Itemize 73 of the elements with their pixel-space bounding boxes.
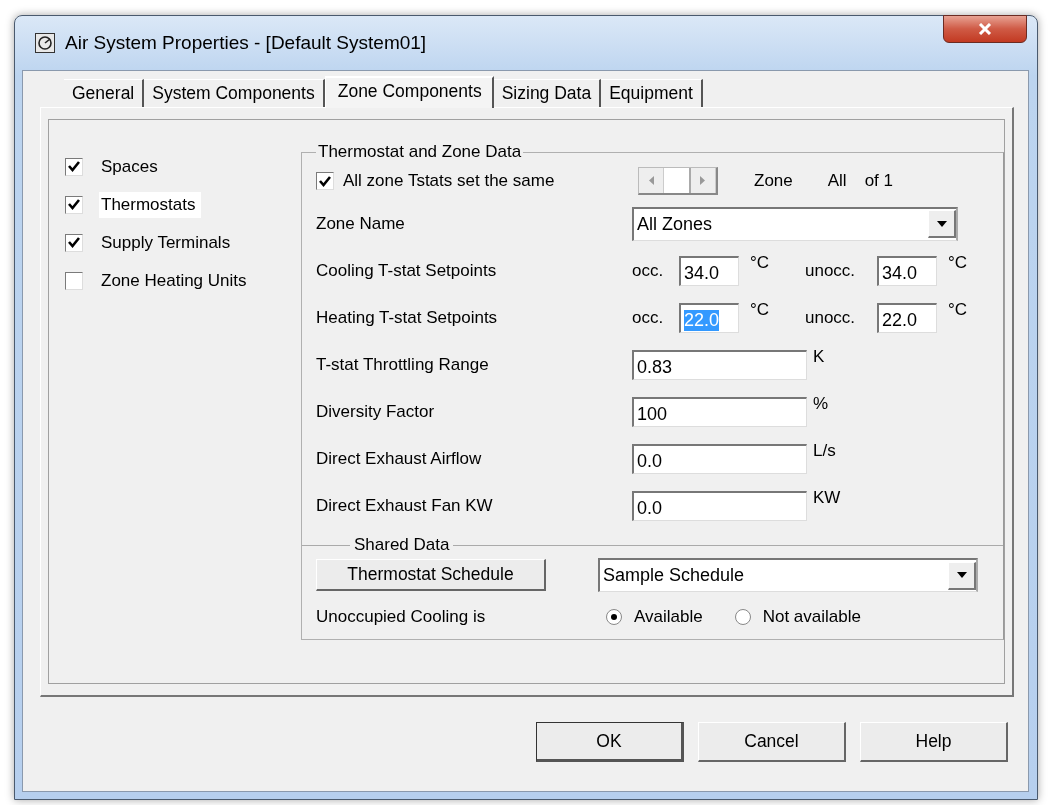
unoccupied-label: unocc.: [805, 307, 857, 328]
left-arrow-icon: [648, 176, 654, 185]
field-label: Direct Exhaust Airflow: [316, 448, 483, 469]
unoccupied-label: unocc.: [805, 260, 857, 281]
caret-icon: [936, 220, 947, 227]
input-field[interactable]: 34.0: [679, 255, 739, 286]
field-label: Zone Name: [316, 213, 406, 234]
dropdown[interactable]: All Zones: [632, 206, 958, 241]
dialog-button[interactable]: OK: [536, 722, 684, 762]
checkbox-label[interactable]: Thermostats: [99, 191, 202, 218]
schedule-button[interactable]: Thermostat Schedule: [316, 559, 546, 591]
unit-label: °C: [749, 253, 771, 273]
close-button[interactable]: [943, 15, 1027, 43]
zone-value: All: [827, 171, 847, 191]
tab[interactable]: Equipment: [601, 79, 703, 107]
unit-label: °C: [947, 253, 969, 273]
checkmark-icon: [68, 199, 80, 210]
window-title: Air System Properties - [Default System01]: [65, 32, 427, 54]
field-label: Diversity Factor: [316, 401, 436, 422]
zone-count: of 1: [864, 171, 893, 191]
dropdown[interactable]: Sample Schedule: [598, 558, 978, 592]
radio-dot: [611, 614, 617, 620]
checkbox[interactable]: [65, 271, 83, 290]
checkmark-icon: [68, 161, 80, 172]
close-icon: [978, 23, 992, 35]
field-label: Direct Exhaust Fan KW: [316, 495, 494, 516]
right-arrow-icon: [700, 176, 706, 185]
input-field[interactable]: 22.0: [877, 302, 937, 333]
input-field[interactable]: 34.0: [877, 255, 937, 286]
checkbox-label[interactable]: Supply Terminals: [99, 229, 237, 256]
group-title: Thermostat and Zone Data: [317, 142, 523, 162]
dialog-button[interactable]: Help: [860, 722, 1008, 762]
checkbox[interactable]: [65, 233, 83, 252]
occupied-label: occ.: [632, 260, 665, 281]
occupied-label: occ.: [632, 307, 665, 328]
unit-label: L/s: [812, 441, 836, 461]
dialog-button[interactable]: Cancel: [698, 722, 846, 762]
unit-label: °C: [947, 300, 969, 320]
radio-button[interactable]: [734, 609, 751, 625]
checkbox-label[interactable]: All zone Tstats set the same: [343, 171, 555, 191]
unit-label: °C: [749, 300, 771, 320]
checkbox-label[interactable]: Zone Heating Units: [99, 267, 253, 294]
unit-label: K: [812, 347, 825, 367]
checkbox[interactable]: [65, 157, 83, 176]
checkbox-label[interactable]: Spaces: [99, 153, 164, 180]
tab[interactable]: Zone Components: [324, 76, 494, 108]
input-field[interactable]: 0.0: [632, 443, 807, 474]
tab[interactable]: Sizing Data: [493, 79, 602, 107]
dropdown-button[interactable]: [948, 561, 976, 590]
checkmark-icon: [68, 237, 80, 248]
unit-label: KW: [812, 488, 841, 508]
checkbox[interactable]: [316, 172, 334, 190]
field-label: T-stat Throttling Range: [316, 354, 490, 375]
checkmark-icon: [319, 175, 331, 187]
app-icon: [35, 33, 55, 53]
scroll-thumb[interactable]: [664, 168, 691, 193]
tab[interactable]: General: [64, 79, 145, 107]
zone-scrollbar[interactable]: [638, 167, 718, 195]
input-field[interactable]: 100: [632, 396, 807, 427]
dropdown-button[interactable]: [928, 210, 956, 238]
unit-label: %: [812, 394, 829, 414]
radio-button[interactable]: [606, 609, 622, 625]
field-label: Heating T-stat Setpoints: [316, 307, 499, 328]
radio-label[interactable]: Not available: [762, 607, 861, 627]
radio-label[interactable]: Available: [634, 607, 703, 627]
zone-label: Zone: [754, 171, 793, 191]
caret-icon: [956, 572, 967, 578]
input-field[interactable]: 0.0: [632, 490, 807, 521]
field-label: Unoccupied Cooling is: [316, 607, 487, 627]
section-title: Shared Data: [353, 535, 451, 555]
checkbox[interactable]: [65, 195, 83, 214]
input-field[interactable]: 0.83: [632, 349, 807, 380]
field-label: Cooling T-stat Setpoints: [316, 260, 498, 281]
